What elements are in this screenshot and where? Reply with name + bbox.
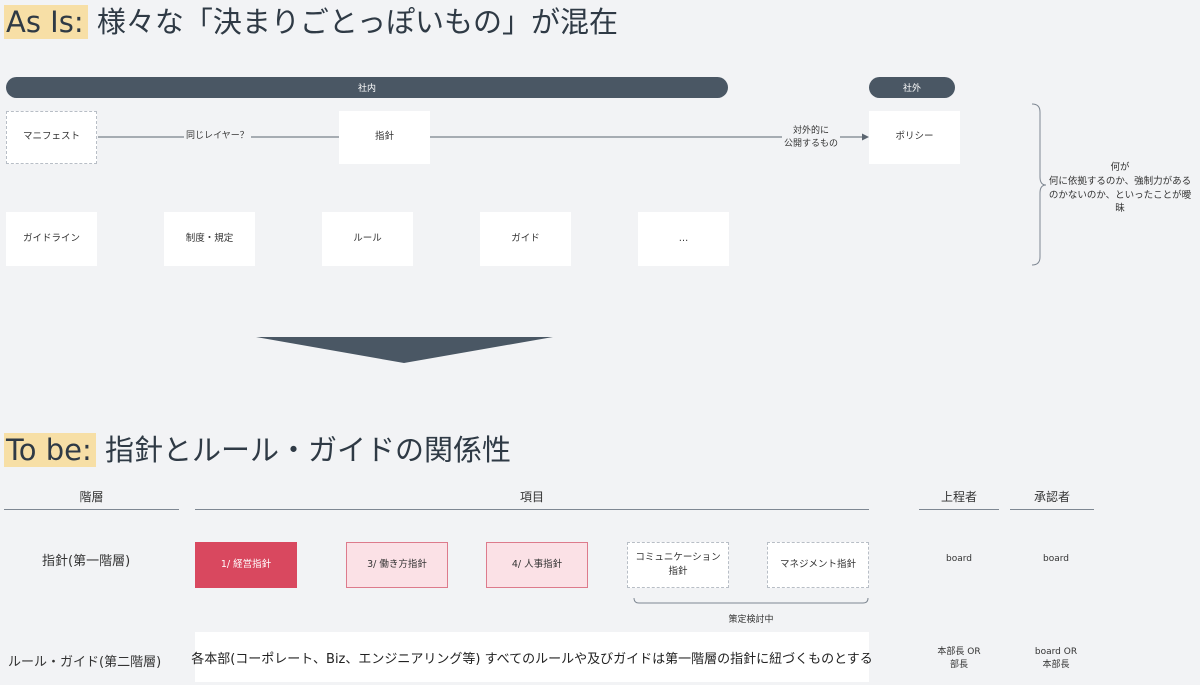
item-communication-line2: 指針 <box>668 566 688 577</box>
item-hatarakikata-shishin: 3/ 働き方指針 <box>346 542 448 588</box>
row2-owner: 本部長 OR 部長 <box>919 646 999 672</box>
row2-approver-line2: 本部長 <box>1042 660 1070 671</box>
item-management-shishin: マネジメント指針 <box>767 542 869 588</box>
row1-label: 指針(第一階層) <box>42 554 131 569</box>
edge-label-public: 対外的に 公開するもの <box>782 125 841 151</box>
node-seido: 制度・規定 <box>164 212 255 266</box>
under-review-bracket <box>633 597 869 604</box>
node-manifest: マニフェスト <box>6 111 97 164</box>
header-items: 項目 <box>519 490 544 504</box>
node-manifest-label: マニフェスト <box>22 131 80 143</box>
node-guide-label: ガイド <box>511 232 540 244</box>
node-policy: ポリシー <box>869 111 960 164</box>
item-hatarakikata-label: 3/ 働き方指針 <box>367 558 427 570</box>
to-be-tag: To be: <box>4 433 96 467</box>
header-approver-underline <box>1010 509 1094 510</box>
item-jinji-shishin: 4/ 人事指針 <box>486 542 588 588</box>
item-communication-line1: コミュニケーション <box>635 551 721 563</box>
header-approver: 承認者 <box>1033 490 1070 504</box>
arrowhead-policy <box>862 133 869 141</box>
node-guideline: ガイドライン <box>6 212 97 266</box>
row2-approver-line1: board OR <box>1034 647 1078 657</box>
item-communication-shishin: コミュニケーション 指針 <box>627 542 729 588</box>
item-management-label: マネジメント指針 <box>779 558 856 570</box>
transition-arrow <box>256 337 553 363</box>
row2-description-box: 各本部(コーポレート、Biz、エンジニアリング等) すべてのルールや及びガイドは… <box>191 632 873 682</box>
as-is-connectors <box>98 103 1047 363</box>
edge-label-public-line2: 公開するもの <box>784 138 839 149</box>
brace-note-line2: 何に依拠するのか、強制力がある <box>1048 175 1192 187</box>
row2-owner-line1: 本部長 OR <box>937 647 981 657</box>
brace-note-line4: 昧 <box>1115 203 1125 215</box>
node-rule: ルール <box>322 212 413 266</box>
node-policy-label: ポリシー <box>895 131 934 143</box>
node-rule-label: ルール <box>353 232 382 244</box>
header-owner: 上程者 <box>940 490 977 504</box>
header-owner-underline <box>919 509 999 510</box>
item-jinji-label: 4/ 人事指針 <box>511 558 563 570</box>
row2-owner-line2: 部長 <box>949 660 968 671</box>
edge-label-same-layer: 同じレイヤー？ <box>184 130 251 143</box>
header-layer: 階層 <box>79 490 104 504</box>
brace-note: 何が 何に依拠するのか、強制力がある のかないのか、といったことが曖 昧 <box>1046 161 1194 216</box>
node-seido-label: 制度・規定 <box>185 232 234 244</box>
brace-note-line1: 何が <box>1110 162 1130 173</box>
node-guideline-label: ガイドライン <box>22 232 80 244</box>
to-be-heading: To be: 指針とルール・ガイドの関係性 <box>4 430 511 470</box>
row1-approver: board <box>1043 554 1069 564</box>
row2-approver: board OR 本部長 <box>1016 646 1096 672</box>
node-guide: ガイド <box>480 212 571 266</box>
node-etc-label: … <box>678 232 689 244</box>
brace-note-line3: のかないのか、といったことが曖 <box>1048 189 1192 201</box>
to-be-title: 指針とルール・ガイドの関係性 <box>105 433 512 467</box>
node-etc: … <box>638 212 729 266</box>
row2-label: ルール・ガイド(第二階層) <box>8 655 162 670</box>
node-shishin-label: 指針 <box>374 131 394 143</box>
curly-brace <box>1031 103 1047 266</box>
header-items-underline <box>195 509 869 510</box>
item-keiei-label: 1/ 経営指針 <box>220 558 272 570</box>
row1-owner: board <box>946 554 972 564</box>
edge-label-public-line1: 対外的に <box>793 126 830 136</box>
item-keiei-shishin: 1/ 経営指針 <box>195 542 297 588</box>
header-layer-underline <box>4 509 179 510</box>
under-review-label: 策定検討中 <box>728 615 774 625</box>
row2-description: 各本部(コーポレート、Biz、エンジニアリング等) すべてのルールや及びガイドは… <box>191 651 873 667</box>
node-shishin: 指針 <box>339 111 430 164</box>
